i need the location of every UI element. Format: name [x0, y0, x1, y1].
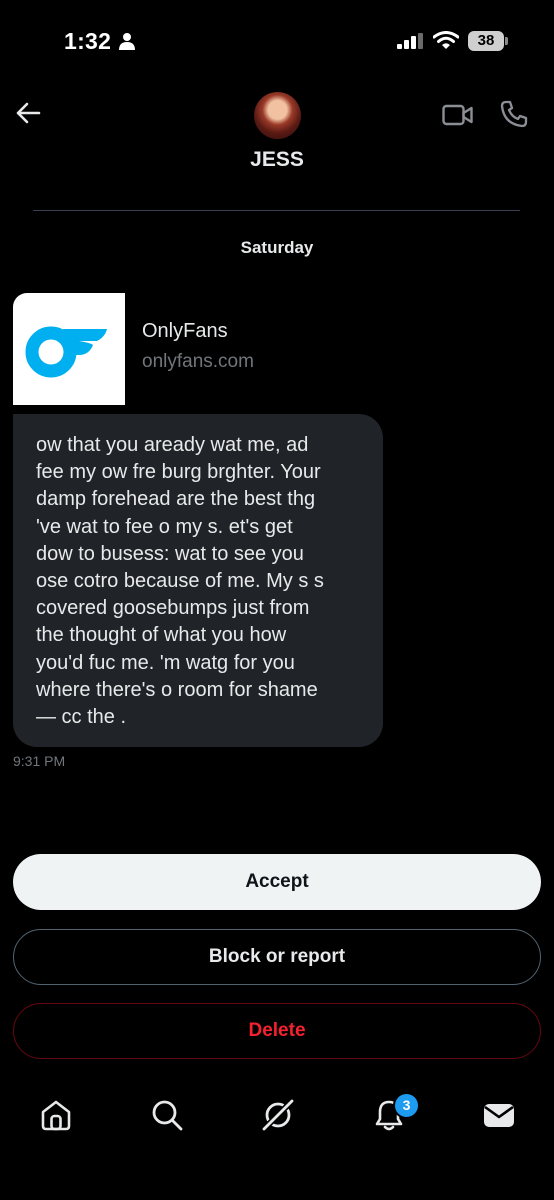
- status-time: 1:32: [64, 28, 112, 54]
- onlyfans-logo-icon: [25, 326, 107, 378]
- accept-button[interactable]: Accept: [13, 854, 541, 910]
- message-text: ow that you aready wat me, ad fee my ow …: [36, 434, 324, 729]
- phone-call-icon[interactable]: [500, 100, 528, 128]
- link-card-title[interactable]: OnlyFans: [142, 320, 228, 343]
- battery-nub: [505, 37, 508, 45]
- signal-icon: [397, 33, 423, 49]
- message-bubble[interactable]: ow that you aready wat me, ad fee my ow …: [13, 414, 383, 747]
- home-icon: [41, 1100, 71, 1131]
- link-card-thumbnail[interactable]: [13, 293, 125, 405]
- person-icon: [119, 33, 135, 50]
- link-card-domain[interactable]: onlyfans.com: [142, 351, 254, 373]
- grok-icon: [260, 1097, 296, 1133]
- conversation-title[interactable]: JESS: [0, 148, 554, 172]
- date-separator: Saturday: [240, 238, 314, 257]
- notification-badge: 3: [393, 1092, 420, 1119]
- nav-search[interactable]: [147, 1095, 187, 1135]
- block-or-report-button[interactable]: Block or report: [13, 929, 541, 985]
- back-arrow-icon[interactable]: [15, 100, 41, 126]
- avatar[interactable]: [254, 92, 301, 139]
- video-call-icon[interactable]: [442, 103, 473, 127]
- search-icon: [152, 1100, 183, 1131]
- message-timestamp: 9:31 PM: [13, 753, 66, 769]
- nav-home[interactable]: [36, 1095, 76, 1135]
- nav-grok[interactable]: [258, 1095, 298, 1135]
- delete-button[interactable]: Delete: [13, 1003, 541, 1059]
- battery-icon: 38: [468, 31, 504, 51]
- header-divider: [33, 210, 520, 211]
- messages-icon: [484, 1104, 514, 1127]
- nav-messages[interactable]: [479, 1095, 519, 1135]
- wifi-icon: [433, 31, 459, 49]
